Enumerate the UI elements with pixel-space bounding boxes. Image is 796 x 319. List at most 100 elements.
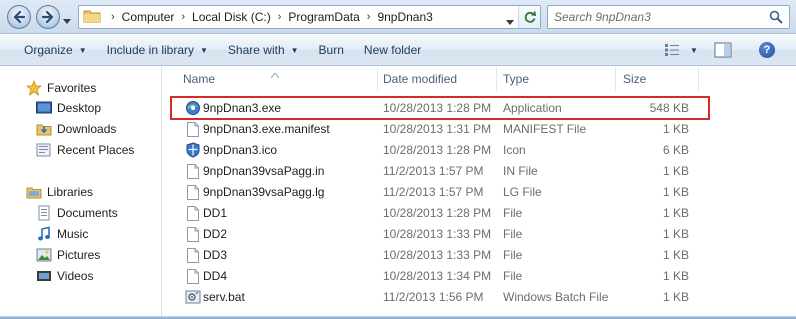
file-type: File: [503, 248, 523, 262]
burn-button[interactable]: Burn: [309, 35, 354, 65]
nav-videos[interactable]: Videos: [36, 267, 93, 285]
breadcrumb-programdata[interactable]: ProgramData: [285, 6, 362, 28]
file-type: IN File: [503, 164, 538, 178]
nav-recent-places[interactable]: Recent Places: [36, 141, 134, 159]
file-row[interactable]: serv.bat 11/2/2013 1:56 PM Windows Batch…: [163, 287, 796, 308]
nav-libraries-label: Libraries: [47, 185, 94, 199]
arrow-left-icon: [13, 10, 26, 24]
file-date-modified: 10/28/2013 1:33 PM: [383, 227, 492, 241]
chevron-down-icon: ▼: [690, 45, 698, 55]
file-row[interactable]: DD1 10/28/2013 1:28 PM File 1 KB: [163, 203, 796, 224]
nav-music-label: Music: [57, 227, 89, 241]
burn-label: Burn: [318, 43, 344, 57]
file-type: Icon: [503, 143, 526, 157]
file-icon: [185, 205, 201, 221]
column-header-type[interactable]: Type: [503, 67, 613, 91]
column-divider[interactable]: [496, 67, 497, 91]
breadcrumb-separator[interactable]: ›: [274, 11, 286, 23]
search-box[interactable]: [547, 5, 790, 29]
file-row[interactable]: 9npDnan39vsaPagg.in 11/2/2013 1:57 PM IN…: [163, 161, 796, 182]
organize-button[interactable]: Organize ▼: [14, 35, 97, 65]
file-name: DD2: [203, 227, 228, 241]
share-with-label: Share with: [227, 43, 285, 57]
file-icon: [185, 163, 201, 179]
file-size: 1 KB: [662, 248, 689, 262]
file-size: 6 KB: [662, 143, 689, 157]
shield-icon: [185, 142, 201, 158]
file-row[interactable]: DD4 10/28/2013 1:34 PM File 1 KB: [163, 266, 796, 287]
file-date-modified: 10/28/2013 1:34 PM: [383, 269, 492, 283]
highlight-box: [170, 96, 710, 120]
navigation-pane: Favorites Desktop Downloads Recent Place…: [0, 67, 162, 319]
file-type: Windows Batch File: [503, 290, 609, 304]
column-header-date-modified[interactable]: Date modified: [383, 67, 499, 91]
file-date-modified: 10/28/2013 1:31 PM: [383, 122, 492, 136]
change-view-button[interactable]: ▼: [664, 43, 698, 57]
refresh-icon: [524, 11, 536, 23]
folder-icon: [83, 8, 101, 27]
breadcrumb[interactable]: › Computer › Local Disk (C:) › ProgramDa…: [78, 5, 541, 29]
file-row[interactable]: 9npDnan39vsaPagg.lg 11/2/2013 1:57 PM LG…: [163, 182, 796, 203]
breadcrumb-local-disk[interactable]: Local Disk (C:): [189, 6, 274, 28]
address-history-dropdown[interactable]: [506, 14, 514, 28]
nav-videos-label: Videos: [57, 269, 94, 283]
chevron-down-icon: [506, 20, 514, 25]
breadcrumb-separator[interactable]: ›: [177, 11, 189, 23]
breadcrumb-separator[interactable]: ›: [363, 11, 375, 23]
file-icon: [185, 247, 201, 263]
column-date-label: Date modified: [383, 72, 458, 86]
nav-desktop-label: Desktop: [57, 101, 102, 115]
refresh-button[interactable]: [518, 6, 540, 28]
file-name: 9npDnan3.ico: [203, 143, 278, 157]
command-bar: Organize ▼ Include in library ▼ Share wi…: [0, 35, 796, 66]
nav-favorites[interactable]: Favorites: [26, 79, 96, 97]
back-button[interactable]: [7, 5, 31, 29]
preview-pane-button[interactable]: [714, 42, 732, 61]
documents-icon: [36, 205, 52, 221]
file-icon: [185, 226, 201, 242]
file-type: File: [503, 227, 523, 241]
recent-places-icon: [36, 142, 52, 158]
new-folder-button[interactable]: New folder: [354, 35, 431, 65]
column-divider[interactable]: [615, 67, 616, 91]
nav-downloads-label: Downloads: [57, 122, 117, 136]
breadcrumb-separator[interactable]: ›: [107, 11, 119, 23]
breadcrumb-computer[interactable]: Computer: [119, 6, 178, 28]
file-type: File: [503, 206, 523, 220]
nav-favorites-label: Favorites: [47, 81, 97, 95]
file-row[interactable]: 9npDnan3.exe.manifest 10/28/2013 1:31 PM…: [163, 119, 796, 140]
nav-documents[interactable]: Documents: [36, 204, 118, 222]
nav-desktop[interactable]: Desktop: [36, 99, 101, 117]
music-icon: [36, 226, 52, 242]
file-size: 1 KB: [662, 269, 689, 283]
libraries-icon: [26, 184, 42, 200]
file-date-modified: 10/28/2013 1:28 PM: [383, 206, 492, 220]
recent-pages-dropdown[interactable]: [63, 13, 71, 27]
nav-pictures[interactable]: Pictures: [36, 246, 100, 264]
file-size: 1 KB: [662, 164, 689, 178]
pictures-icon: [36, 247, 52, 263]
column-header-size[interactable]: Size: [623, 67, 703, 91]
include-in-library-label: Include in library: [106, 43, 194, 57]
file-type: File: [503, 269, 523, 283]
include-in-library-button[interactable]: Include in library ▼: [97, 35, 218, 65]
column-header-name[interactable]: Name: [183, 67, 379, 91]
file-row[interactable]: DD3 10/28/2013 1:33 PM File 1 KB: [163, 245, 796, 266]
nav-libraries[interactable]: Libraries: [26, 183, 93, 201]
help-button[interactable]: ?: [759, 42, 775, 58]
nav-music[interactable]: Music: [36, 225, 88, 243]
search-input[interactable]: [554, 10, 764, 24]
nav-downloads[interactable]: Downloads: [36, 120, 116, 138]
share-with-button[interactable]: Share with ▼: [218, 35, 309, 65]
search-icon[interactable]: [769, 10, 783, 27]
file-row[interactable]: DD2 10/28/2013 1:33 PM File 1 KB: [163, 224, 796, 245]
column-divider[interactable]: [698, 67, 699, 91]
breadcrumb-current-folder[interactable]: 9npDnan3: [374, 6, 435, 28]
chevron-down-icon: ▼: [200, 45, 208, 55]
file-type: LG File: [503, 185, 542, 199]
star-icon: [26, 80, 42, 96]
organize-label: Organize: [24, 43, 73, 57]
file-row[interactable]: 9npDnan3.ico 10/28/2013 1:28 PM Icon 6 K…: [163, 140, 796, 161]
column-divider[interactable]: [377, 67, 378, 91]
forward-button[interactable]: [36, 5, 60, 29]
